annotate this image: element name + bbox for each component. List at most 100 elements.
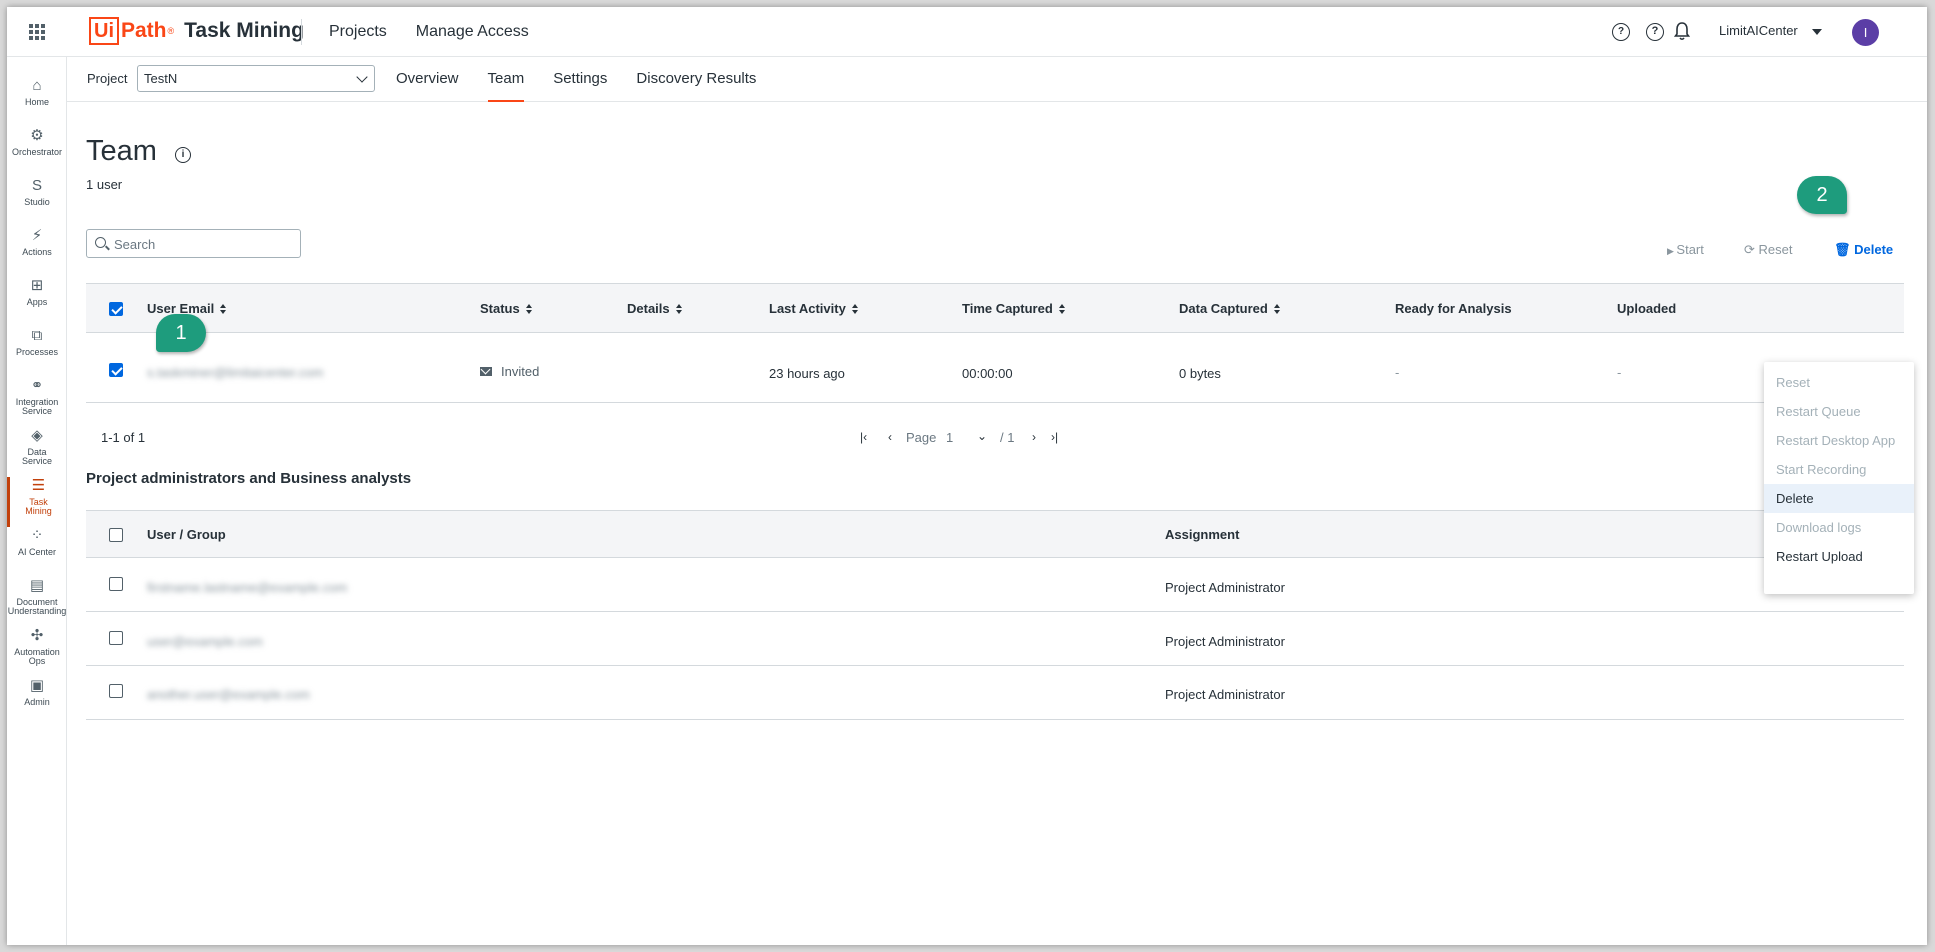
sidebar-item-label: Home	[24, 97, 49, 107]
sidebar-item-label: Apps	[26, 297, 48, 307]
table-row[interactable]: firstname.lastname@example.com Project A…	[86, 558, 1904, 612]
tenant-dropdown-icon[interactable]	[1812, 29, 1822, 35]
sidebar-item-label: Orchestrator	[11, 147, 62, 157]
assignment-cell: Project Administrator	[1165, 580, 1285, 595]
user-group-cell: another.user@example.com	[147, 687, 310, 702]
sidebar-item-automation-ops[interactable]: ✣ Automation Ops	[7, 627, 67, 677]
app-launcher-icon[interactable]	[29, 24, 45, 40]
app-window: Ui Path ® Task Mining Projects Manage Ac…	[7, 7, 1927, 945]
menu-item-delete[interactable]: Delete	[1764, 484, 1914, 513]
sidebar-item-label: Actions	[22, 247, 52, 257]
menu-item-start-recording[interactable]: Start Recording	[1764, 455, 1914, 484]
sidebar-item-label: Data Service	[21, 447, 52, 466]
sidebar-item-home[interactable]: ⌂ Home	[7, 77, 67, 127]
tab-settings[interactable]: Settings	[553, 57, 607, 102]
page-dropdown-icon[interactable]: ⌄	[977, 429, 987, 443]
sidebar-item-label: Automation Ops	[14, 647, 60, 666]
row-checkbox[interactable]	[109, 684, 123, 698]
start-button[interactable]: ▶ Start	[1667, 242, 1704, 257]
sort-icon	[851, 304, 859, 314]
row-checkbox[interactable]	[109, 363, 123, 377]
col-data-captured[interactable]: Data Captured	[1179, 301, 1281, 316]
sidebar-item-apps[interactable]: ⊞ Apps	[7, 277, 67, 327]
page-input[interactable]: 1	[946, 430, 953, 445]
nav-manage-access[interactable]: Manage Access	[416, 23, 529, 41]
search-icon	[95, 237, 106, 248]
reset-button[interactable]: ⟳ Reset	[1744, 242, 1792, 258]
tab-team[interactable]: Team	[487, 57, 524, 102]
help-circle-icon[interactable]: ?	[1612, 23, 1630, 41]
sidebar-item-task-mining[interactable]: ☰ Task Mining	[7, 477, 67, 527]
sort-icon	[220, 304, 227, 314]
row-checkbox[interactable]	[109, 577, 123, 591]
sidebar-item-label: Task Mining	[25, 497, 52, 516]
sidebar-item-integration-service[interactable]: ⚭ Integration Service	[7, 377, 67, 427]
sidebar-item-orchestrator[interactable]: ⚙ Orchestrator	[7, 127, 67, 177]
row-checkbox[interactable]	[109, 631, 123, 645]
menu-item-reset[interactable]: Reset	[1764, 368, 1914, 397]
uploaded-cell: -	[1617, 365, 1622, 380]
search-input[interactable]	[114, 235, 294, 253]
topnav-divider	[301, 19, 302, 45]
tab-overview[interactable]: Overview	[396, 57, 459, 102]
project-label: Project	[87, 71, 128, 86]
info-icon[interactable]: i	[175, 147, 191, 163]
play-icon: ▶	[1667, 246, 1677, 256]
tab-discovery-results[interactable]: Discovery Results	[636, 57, 756, 102]
assignment-cell: Project Administrator	[1165, 687, 1285, 702]
project-select[interactable]: TestN	[137, 65, 375, 92]
table-row[interactable]: user@example.com Project Administrator	[86, 612, 1904, 666]
data-captured-cell: 0 bytes	[1179, 366, 1221, 381]
step-callout-2: 2	[1797, 176, 1847, 214]
col-time-captured[interactable]: Time Captured	[962, 301, 1066, 316]
assignment-cell: Project Administrator	[1165, 634, 1285, 649]
search-box[interactable]	[86, 229, 301, 258]
tenant-name[interactable]: LimitAICenter	[1719, 23, 1798, 38]
ready-cell: -	[1395, 365, 1400, 380]
team-table-header: User Email Status Details Last Activity …	[86, 283, 1904, 333]
sidebar-item-ai-center[interactable]: ⁘ AI Center	[7, 527, 67, 577]
col-user-group: User / Group	[147, 527, 226, 542]
top-bar: Ui Path ® Task Mining Projects Manage Ac…	[7, 7, 1927, 57]
user-avatar[interactable]: I	[1852, 19, 1879, 46]
delete-button[interactable]: 🗑︎ Delete	[1834, 242, 1893, 258]
processes-icon: ⧉	[31, 327, 43, 344]
sidebar-item-document-understanding[interactable]: ▤ Document Understanding	[7, 577, 67, 627]
sidebar-item-admin[interactable]: ▣ Admin	[7, 677, 67, 727]
integration-icon: ⚭	[30, 377, 44, 394]
col-last-activity[interactable]: Last Activity	[769, 301, 859, 316]
sidebar-item-label: AI Center	[17, 547, 57, 557]
col-details[interactable]: Details	[627, 301, 683, 316]
question-icon[interactable]: ?	[1646, 23, 1664, 41]
menu-item-restart-desktop-app[interactable]: Restart Desktop App	[1764, 426, 1914, 455]
select-all-checkbox[interactable]	[109, 302, 123, 316]
table-row[interactable]: another.user@example.com Project Adminis…	[86, 666, 1904, 720]
first-page-icon[interactable]: |‹	[860, 430, 867, 444]
product-logo[interactable]: Ui Path ® Task Mining	[89, 16, 304, 46]
prev-page-icon[interactable]: ‹	[888, 430, 892, 444]
sidebar-item-actions[interactable]: ⚡ Actions	[7, 227, 67, 277]
menu-item-download-logs[interactable]: Download logs	[1764, 513, 1914, 542]
table-row[interactable]: s.taskminer@limitaicenter.com Invited 23…	[86, 334, 1904, 403]
logo-registered: ®	[167, 26, 175, 36]
nav-projects[interactable]: Projects	[329, 23, 387, 41]
menu-item-restart-queue[interactable]: Restart Queue	[1764, 397, 1914, 426]
sort-icon	[1058, 304, 1066, 314]
sidebar-item-data-service[interactable]: ◈ Data Service	[7, 427, 67, 477]
col-status[interactable]: Status	[480, 301, 533, 316]
sidebar-item-processes[interactable]: ⧉ Processes	[7, 327, 67, 377]
last-page-icon[interactable]: ›|	[1051, 430, 1058, 444]
notifications-bell-icon[interactable]	[1674, 21, 1690, 41]
project-tabs: Overview Team Settings Discovery Results	[396, 57, 785, 102]
menu-item-restart-upload[interactable]: Restart Upload	[1764, 542, 1914, 571]
sidebar-item-studio[interactable]: S Studio	[7, 177, 67, 227]
page-title: Team	[86, 135, 157, 167]
next-page-icon[interactable]: ›	[1032, 430, 1036, 444]
product-name: Task Mining	[184, 19, 304, 42]
orchestrator-icon: ⚙	[30, 127, 44, 144]
select-all-admins-checkbox[interactable]	[109, 528, 123, 542]
sidebar-item-label: Admin	[24, 697, 50, 707]
task-mining-icon: ☰	[31, 477, 46, 494]
sort-icon	[675, 304, 683, 314]
document-icon: ▤	[29, 577, 45, 594]
